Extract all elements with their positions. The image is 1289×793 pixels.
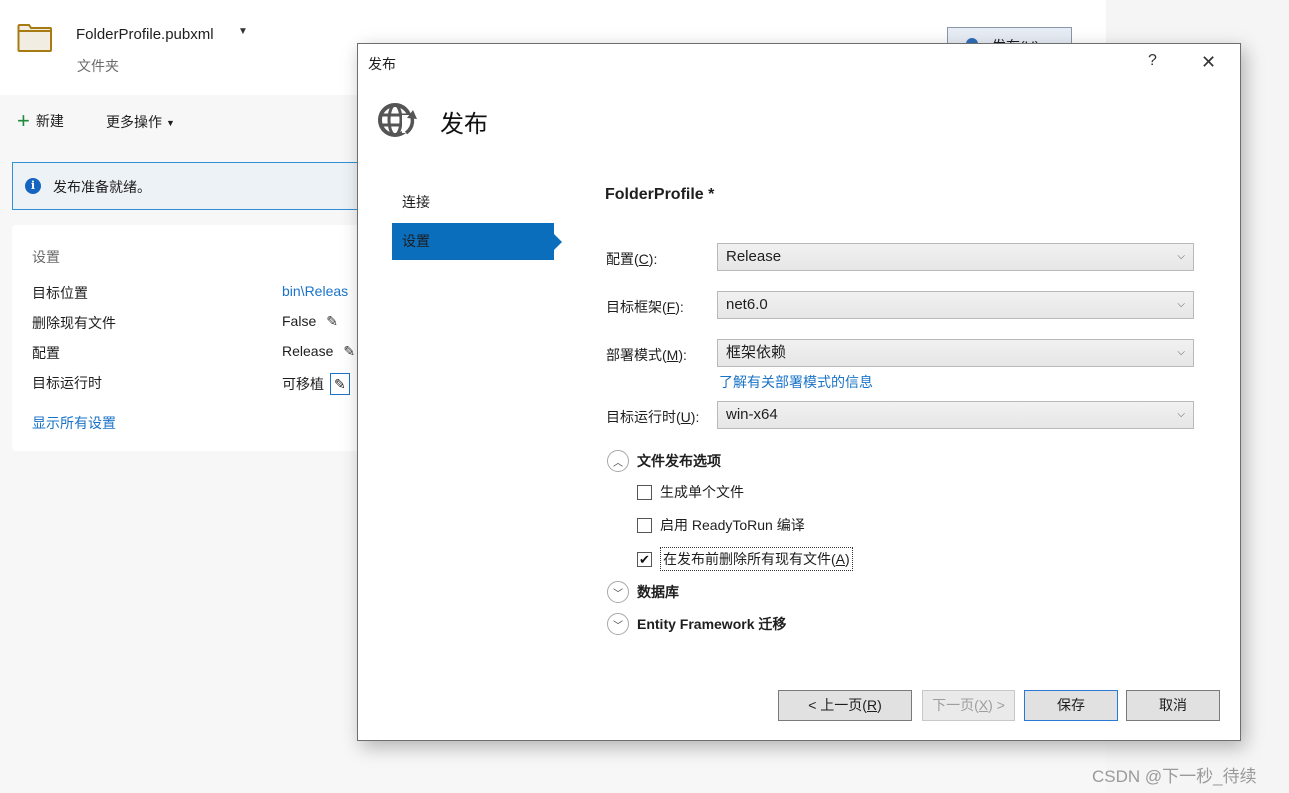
- save-button[interactable]: 保存: [1024, 690, 1118, 721]
- publish-dialog: 发布 ? ✕ 发布 连接 设置 FolderProfile * 配置(C): R…: [357, 43, 1241, 741]
- dialog-heading: 发布: [440, 111, 488, 138]
- section-label: 数据库: [637, 584, 679, 600]
- setting-key: 目标位置: [32, 285, 88, 301]
- setting-row-target-location: 目标位置 bin\Releas: [32, 283, 372, 305]
- configuration-select[interactable]: Release ⌵: [717, 243, 1194, 271]
- target-framework-select-value: net6.0: [726, 296, 768, 313]
- option-readytorun[interactable]: 启用 ReadyToRun 编译: [637, 515, 805, 535]
- deployment-mode-info-link[interactable]: 了解有关部署模式的信息: [719, 372, 873, 392]
- pencil-icon[interactable]: ✎: [343, 343, 355, 360]
- profile-type: 文件夹: [77, 58, 119, 74]
- configuration-select-value: Release: [726, 248, 782, 265]
- help-button[interactable]: ?: [1148, 52, 1157, 70]
- target-framework-select[interactable]: net6.0 ⌵: [717, 291, 1194, 319]
- dialog-title: 发布: [368, 56, 396, 72]
- setting-row-delete-existing: 删除现有文件 False ✎: [32, 313, 372, 335]
- readytorun-checkbox[interactable]: [637, 517, 652, 533]
- chevron-down-icon: ⌵: [1177, 347, 1185, 358]
- target-runtime-select-value: win-x64: [726, 406, 778, 423]
- option-delete-existing[interactable]: ✔ 在发布前删除所有现有文件(A): [637, 547, 853, 571]
- profile-selector[interactable]: FolderProfile.pubxml: [76, 26, 214, 43]
- nav-item-settings[interactable]: 设置: [392, 223, 562, 260]
- setting-value: 可移植 ✎: [282, 373, 350, 395]
- chevron-down-icon: ⌵: [1177, 409, 1185, 420]
- info-bar: i 发布准备就绪。: [12, 162, 372, 210]
- option-single-file[interactable]: 生成单个文件: [637, 482, 744, 502]
- target-runtime-select[interactable]: win-x64 ⌵: [717, 401, 1194, 429]
- globe-publish-icon: [378, 103, 417, 137]
- delete-existing-value: False: [282, 313, 317, 329]
- deployment-mode-select[interactable]: 框架依赖 ⌵: [717, 339, 1194, 367]
- configuration-label: 配置(C):: [606, 251, 658, 267]
- info-text: 发布准备就绪。: [53, 179, 151, 195]
- profile-dropdown-icon[interactable]: ▼: [238, 26, 248, 37]
- section-label: Entity Framework 迁移: [637, 616, 787, 632]
- chevron-down-icon: ⌵: [1177, 251, 1185, 262]
- close-button[interactable]: ✕: [1201, 52, 1216, 72]
- watermark: CSDN @下一秒_待续: [1092, 767, 1257, 786]
- section-label: 文件发布选项: [637, 453, 721, 469]
- setting-key: 配置: [32, 345, 60, 361]
- option-label: 生成单个文件: [660, 484, 744, 500]
- pencil-icon[interactable]: ✎: [330, 373, 350, 395]
- setting-row-configuration: 配置 Release ✎: [32, 343, 372, 365]
- caret-down-icon: ▼: [166, 118, 175, 129]
- setting-value: Release ✎: [282, 343, 355, 360]
- option-label: 启用 ReadyToRun 编译: [660, 517, 805, 533]
- target-runtime-label: 目标运行时(U):: [606, 409, 700, 425]
- target-framework-label: 目标框架(F):: [606, 299, 684, 315]
- setting-row-target-runtime: 目标运行时 可移植 ✎: [32, 373, 372, 395]
- ef-migrations-toggle[interactable]: ﹀ Entity Framework 迁移: [607, 613, 786, 635]
- previous-button[interactable]: < 上一页(R): [778, 690, 912, 721]
- folder-icon: [17, 24, 52, 52]
- profile-heading: FolderProfile *: [605, 186, 715, 203]
- nav-item-connect[interactable]: 连接: [392, 184, 554, 221]
- cancel-button[interactable]: 取消: [1126, 690, 1220, 721]
- settings-title: 设置: [32, 249, 60, 265]
- info-icon: i: [25, 178, 41, 194]
- more-actions-label: 更多操作: [106, 114, 162, 130]
- new-label: 新建: [35, 113, 64, 129]
- file-publish-options-toggle[interactable]: ︿ 文件发布选项: [607, 450, 721, 472]
- show-all-settings-link[interactable]: 显示所有设置: [32, 413, 116, 433]
- setting-key: 目标运行时: [32, 375, 102, 391]
- setting-value: False ✎: [282, 313, 338, 330]
- setting-key: 删除现有文件: [32, 315, 116, 331]
- plus-icon: +: [17, 108, 30, 133]
- target-location-link[interactable]: bin\Releas: [282, 283, 348, 299]
- deployment-mode-label: 部署模式(M):: [606, 347, 687, 363]
- next-button[interactable]: 下一页(X) >: [922, 690, 1015, 721]
- option-label: 在发布前删除所有现有文件(A): [660, 547, 853, 571]
- settings-card: 设置 目标位置 bin\Releas 删除现有文件 False ✎ 配置 Rele…: [12, 225, 372, 451]
- target-runtime-value: 可移植: [282, 376, 324, 392]
- chevron-down-icon: ⌵: [1177, 299, 1185, 310]
- delete-existing-checkbox[interactable]: ✔: [637, 551, 652, 567]
- database-toggle[interactable]: ﹀ 数据库: [607, 581, 679, 603]
- new-profile-button[interactable]: + 新建: [17, 108, 64, 133]
- chevron-up-icon[interactable]: ︿: [607, 450, 629, 472]
- pencil-icon[interactable]: ✎: [326, 313, 338, 330]
- chevron-down-icon[interactable]: ﹀: [607, 581, 629, 603]
- configuration-value: Release: [282, 343, 334, 359]
- single-file-checkbox[interactable]: [637, 484, 652, 500]
- deployment-mode-select-value: 框架依赖: [726, 344, 787, 361]
- chevron-down-icon[interactable]: ﹀: [607, 613, 629, 635]
- more-actions-button[interactable]: 更多操作 ▼: [106, 112, 175, 132]
